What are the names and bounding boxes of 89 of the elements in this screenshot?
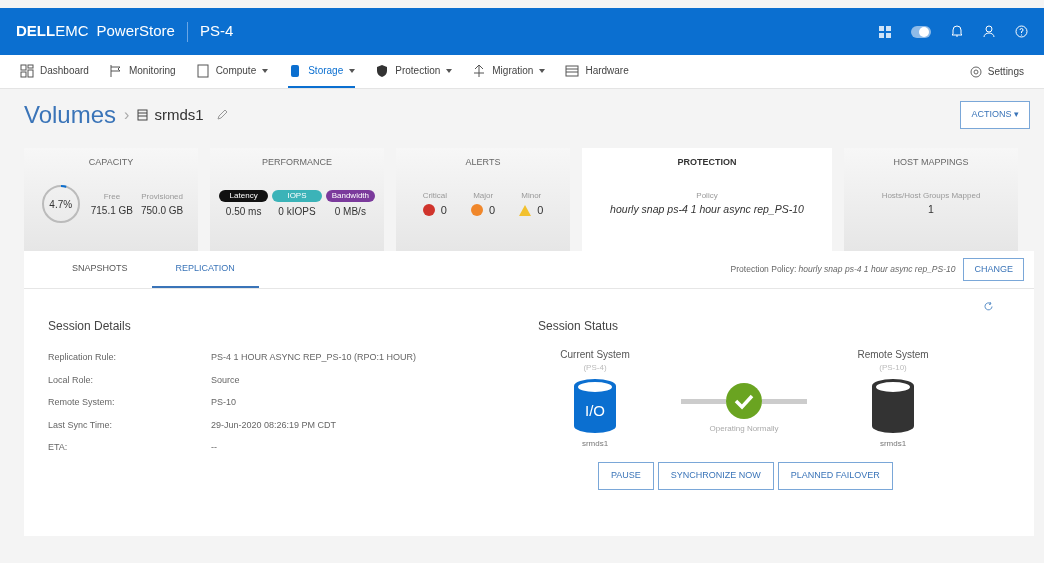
capacity-percent: 4.7% (48, 197, 74, 212)
page-title: srmds1 (154, 104, 204, 125)
card-title: ALERTS (465, 156, 501, 169)
hardware-icon (565, 63, 580, 78)
action-button[interactable]: PAUSE (598, 462, 654, 490)
system-title: Remote System (857, 348, 929, 362)
system-name: PS-4 (199, 21, 234, 42)
metric-value: 0.50 ms (224, 204, 263, 219)
alert-count: 0 (537, 203, 544, 218)
volume-name: srmds1 (879, 438, 907, 450)
alert-label: Minor (521, 190, 542, 202)
settings-icon (969, 65, 982, 78)
summary-card[interactable]: PROTECTION Policy hourly snap ps-4 1 hour async rep_PS-10 (582, 148, 832, 251)
detail-label: Remote System: (48, 396, 116, 409)
action-button[interactable]: SYNCHRONIZE NOW (657, 462, 774, 490)
metric-badge: Bandwidth (325, 189, 376, 202)
product-name: PowerStore (96, 21, 175, 42)
user-icon[interactable] (983, 25, 995, 38)
detail-value: -- (211, 441, 218, 454)
action-button[interactable]: PLANNED FAILOVER (777, 462, 893, 490)
alert-label: Critical (422, 190, 448, 202)
card-title: PROTECTION (677, 156, 737, 169)
system-id: (PS-4) (583, 362, 607, 374)
provisioned-label: Provisioned (141, 190, 184, 203)
alert-icon (471, 204, 484, 217)
refresh-icon[interactable] (983, 301, 994, 312)
volume-name: srmds1 (581, 438, 609, 450)
card-label: Hosts/Host Groups Mapped (881, 190, 981, 203)
volume-icon (137, 109, 149, 121)
detail-label: Replication Rule: (48, 351, 118, 364)
tab[interactable]: REPLICATION (151, 251, 259, 288)
metric-badge: Latency (218, 189, 269, 202)
nav-item[interactable]: Compute (195, 55, 269, 88)
migration-icon (472, 63, 487, 78)
alert-count: 0 (440, 203, 447, 218)
breadcrumb-link[interactable]: Volumes (24, 97, 117, 133)
metric-value: 0 kIOPS (277, 204, 317, 219)
volume-drawing (870, 378, 916, 434)
detail-label: Last Sync Time: (48, 418, 114, 432)
alert-label: Major (473, 190, 494, 202)
grid-icon[interactable] (879, 25, 891, 38)
nav-item[interactable]: Migration (472, 55, 546, 88)
card-title: HOST MAPPINGS (893, 156, 969, 169)
metric-value: 0 MB/s (333, 204, 367, 219)
toggle-icon[interactable] (911, 25, 931, 38)
server-icon (195, 63, 210, 78)
detail-value: PS-4 1 HOUR ASYNC REP_PS-10 (RPO:1 HOUR) (211, 351, 418, 364)
alert-icon (422, 204, 435, 217)
free-label: Free (102, 190, 122, 203)
dashboard-icon (20, 63, 34, 78)
provisioned-value: 750.0 GB (141, 203, 184, 218)
card-label: Policy (696, 190, 718, 203)
shield-icon (375, 63, 390, 78)
card-title: PERFORMANCE (262, 156, 332, 169)
system-title: Current System (560, 348, 630, 362)
volume-drawing: I/O (572, 378, 618, 434)
card-title: CAPACITY (88, 156, 134, 169)
card-value: hourly snap ps-4 1 hour async rep_PS-10 (610, 202, 804, 218)
settings-button[interactable]: Settings (969, 64, 1024, 79)
check-icon (726, 383, 762, 419)
free-value: 715.1 GB (90, 203, 133, 218)
tab[interactable]: SNAPSHOTS (48, 251, 152, 288)
status-text: Operating Normally (709, 423, 779, 435)
card-value: 1 (928, 202, 934, 218)
nav-item[interactable]: Hardware (565, 55, 629, 88)
nav-item[interactable]: Protection (375, 55, 453, 88)
detail-value: 29-Jun-2020 08:26:19 PM CDT (211, 418, 338, 432)
breadcrumb-separator: › (124, 105, 130, 125)
detail-value: Source (211, 373, 241, 387)
alert-count: 0 (489, 203, 496, 218)
policy-text: Protection Policy: hourly snap ps-4 1 hour async rep_PS-10 (730, 263, 956, 276)
warning-icon (519, 204, 532, 216)
section-title: Session Status (538, 318, 620, 335)
detail-label: Local Role: (48, 373, 95, 387)
nav-item[interactable]: Monitoring (108, 55, 176, 88)
bell-icon[interactable] (951, 25, 963, 38)
pencil-icon[interactable] (215, 109, 228, 121)
nav-item[interactable]: Dashboard (20, 55, 89, 88)
actions-button[interactable]: ACTIONS ▾ (960, 101, 1030, 129)
flag-icon (108, 63, 123, 78)
system-id: (PS-10) (879, 362, 907, 374)
help-icon[interactable] (1015, 25, 1028, 38)
nav-item[interactable]: Storage (288, 55, 356, 88)
change-button[interactable]: CHANGE (963, 257, 1024, 282)
detail-value: PS-10 (211, 396, 237, 409)
section-title: Session Details (48, 318, 132, 335)
brand-logo: DELLEMC (16, 21, 89, 42)
detail-label: ETA: (48, 441, 69, 454)
metric-badge: IOPS (272, 189, 322, 202)
